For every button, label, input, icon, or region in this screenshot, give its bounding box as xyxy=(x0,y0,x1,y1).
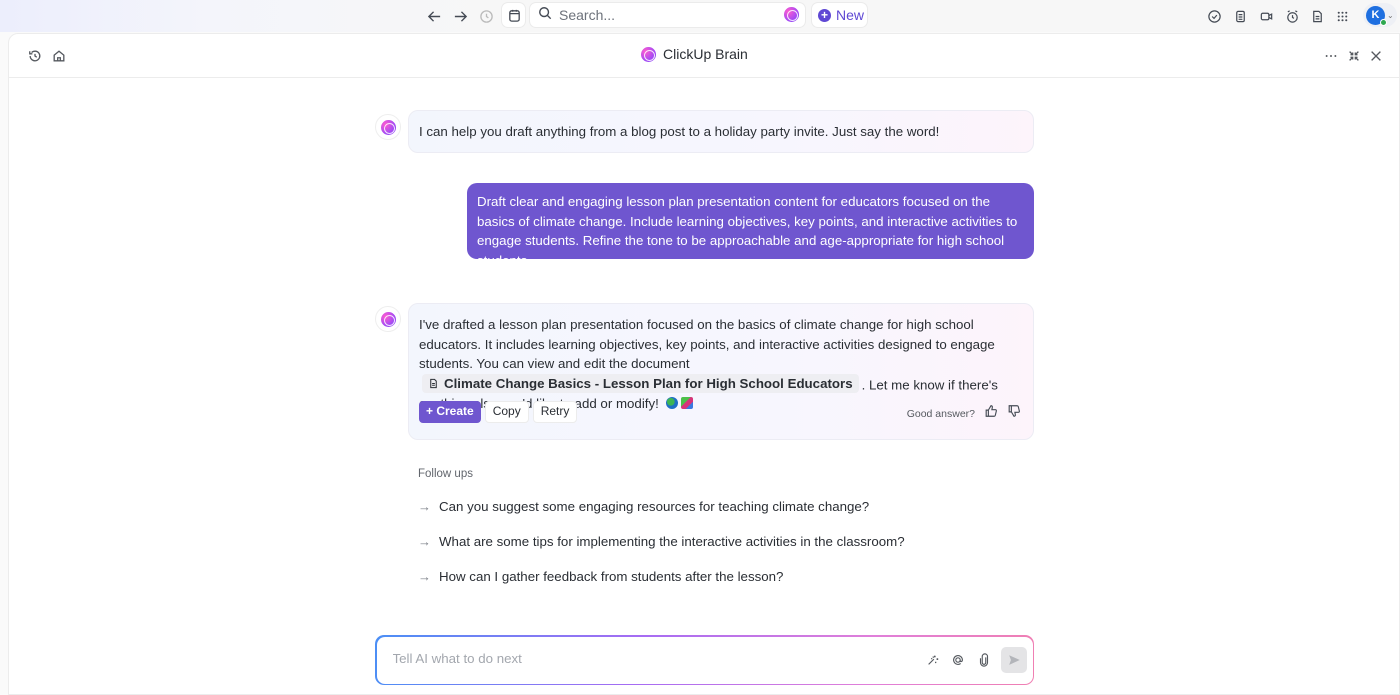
search-bar[interactable]: Search... xyxy=(529,2,806,28)
history-icon[interactable] xyxy=(475,5,497,27)
search-icon xyxy=(538,6,552,25)
document-link-text: Climate Change Basics - Lesson Plan for … xyxy=(444,375,853,391)
panel-header: ClickUp Brain xyxy=(9,34,1399,78)
calendar-button[interactable] xyxy=(501,2,526,28)
greeting-text: I can help you draft anything from a blo… xyxy=(419,124,940,139)
brain-icon xyxy=(380,119,396,135)
arrow-right-icon: → xyxy=(418,569,431,584)
collapse-icon[interactable] xyxy=(1344,46,1364,66)
plus-circle-icon: + xyxy=(818,8,831,22)
back-arrow-icon[interactable] xyxy=(423,5,445,27)
avatar: K xyxy=(1366,5,1387,26)
alarm-clock-icon[interactable] xyxy=(1281,5,1303,27)
followup-item[interactable]: → What are some tips for implementing th… xyxy=(418,534,905,549)
panel-title-text: ClickUp Brain xyxy=(663,46,748,62)
more-icon[interactable] xyxy=(1321,46,1341,66)
feedback-prompt: Good answer? xyxy=(906,408,975,420)
followup-item[interactable]: → How can I gather feedback from student… xyxy=(418,569,783,584)
retry-button[interactable]: Retry xyxy=(532,401,578,423)
new-label: New xyxy=(836,7,865,23)
document-icon[interactable] xyxy=(1306,5,1328,27)
apps-grid-icon[interactable] xyxy=(1331,5,1353,27)
top-bar: Search... + New K ⌄ xyxy=(0,0,1400,32)
arrow-right-icon: → xyxy=(418,534,431,549)
thumbs-up-icon[interactable] xyxy=(984,404,998,426)
copy-button[interactable]: Copy xyxy=(484,401,529,423)
magic-wand-icon[interactable] xyxy=(924,651,942,669)
bot-avatar xyxy=(375,114,401,140)
books-emoji xyxy=(680,397,693,410)
brain-icon[interactable] xyxy=(784,7,799,22)
bot-response-bubble: I've drafted a lesson plan presentation … xyxy=(408,303,1034,440)
user-menu[interactable]: K ⌄ xyxy=(1363,3,1397,27)
bot-greeting-bubble: I can help you draft anything from a blo… xyxy=(408,110,1034,153)
user-message-text: Draft clear and engaging lesson plan pre… xyxy=(477,194,1018,268)
home-icon[interactable] xyxy=(49,46,69,66)
thumbs-down-icon[interactable] xyxy=(1007,404,1021,426)
globe-emoji xyxy=(665,397,678,410)
document-link[interactable]: Climate Change Basics - Lesson Plan for … xyxy=(422,373,859,393)
close-icon[interactable] xyxy=(1366,46,1386,66)
panel-title: ClickUp Brain xyxy=(641,46,748,62)
bot-avatar xyxy=(375,306,401,332)
mention-icon[interactable] xyxy=(949,651,967,669)
composer-inner xyxy=(376,636,1033,684)
followup-text: What are some tips for implementing the … xyxy=(439,534,905,549)
create-button[interactable]: + Create xyxy=(419,401,481,423)
check-circle-icon[interactable] xyxy=(1203,5,1225,27)
attachment-icon[interactable] xyxy=(975,651,993,669)
document-icon xyxy=(430,378,437,388)
new-button[interactable]: + New xyxy=(811,2,868,28)
response-actions: + Create Copy Retry xyxy=(419,401,578,423)
response-text: I've drafted a lesson plan presentation … xyxy=(419,315,1025,414)
response-text-before: I've drafted a lesson plan presentation … xyxy=(419,317,995,371)
send-icon xyxy=(1008,654,1020,665)
followup-text: Can you suggest some engaging resources … xyxy=(439,499,870,514)
notepad-icon[interactable] xyxy=(1229,5,1251,27)
brain-icon xyxy=(380,311,396,327)
video-icon[interactable] xyxy=(1255,5,1277,27)
search-placeholder: Search... xyxy=(559,7,616,23)
arrow-right-icon: → xyxy=(418,499,431,514)
chevron-down-icon: ⌄ xyxy=(1387,10,1394,20)
user-message-bubble: Draft clear and engaging lesson plan pre… xyxy=(467,183,1034,268)
history-icon[interactable] xyxy=(25,46,45,66)
composer xyxy=(375,635,1034,685)
online-status-dot xyxy=(1380,18,1387,26)
prompt-input[interactable] xyxy=(392,650,893,666)
followup-item[interactable]: → Can you suggest some engaging resource… xyxy=(418,499,869,514)
followups-label: Follow ups xyxy=(418,468,473,480)
avatar-initial: K xyxy=(1371,8,1380,21)
send-button[interactable] xyxy=(1000,646,1027,673)
brain-logo-icon xyxy=(641,46,656,62)
feedback-row: Good answer? xyxy=(907,404,1021,426)
forward-arrow-icon[interactable] xyxy=(449,5,471,27)
calendar-icon xyxy=(503,4,525,26)
followup-text: How can I gather feedback from students … xyxy=(439,569,784,584)
